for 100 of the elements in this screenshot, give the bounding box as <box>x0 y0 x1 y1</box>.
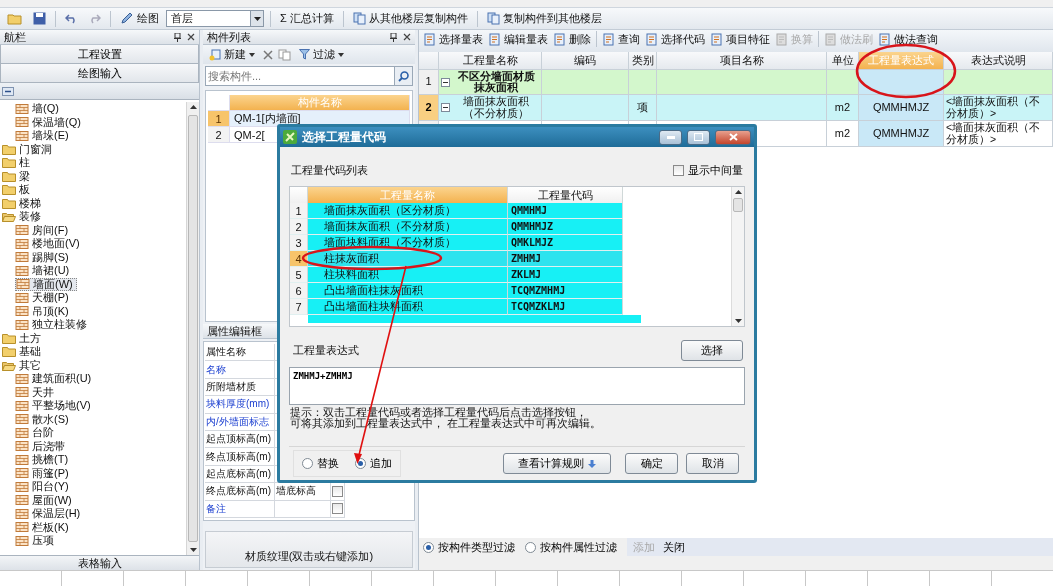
tree-item[interactable]: 土方 <box>2 331 44 345</box>
tree-item[interactable]: 吊顶(K) <box>15 304 72 318</box>
tree-item[interactable]: 屋面(W) <box>15 493 75 507</box>
delete-icon[interactable] <box>263 49 273 60</box>
toolbar-button[interactable]: 选择量表 <box>421 31 485 48</box>
rules-button[interactable]: 查看计算规则 <box>503 453 611 474</box>
quantity-name[interactable]: 墙面抹灰面积（区分材质） <box>308 203 508 219</box>
close-button[interactable] <box>715 129 751 145</box>
quantity-name[interactable]: 柱块料面积 <box>308 267 508 283</box>
search-button[interactable] <box>394 66 413 86</box>
nav-button[interactable]: 绘图输入 <box>0 64 199 83</box>
column-header[interactable]: 类别 <box>629 52 657 70</box>
checkbox[interactable] <box>332 503 343 515</box>
tree-item[interactable]: 天井 <box>15 385 57 399</box>
quantity-code[interactable]: TCQMZMHMJ <box>508 283 623 299</box>
table-input-tab[interactable]: 表格输入 <box>0 555 199 570</box>
tree-item[interactable]: 踢脚(S) <box>15 250 72 264</box>
column-header[interactable]: 编码 <box>542 52 629 70</box>
tree-item[interactable]: 后浇带 <box>15 439 68 453</box>
pin-icon[interactable] <box>390 32 397 42</box>
texture-area[interactable]: 材质纹理(双击或右键添加) <box>205 531 413 568</box>
floor-dropdown[interactable]: 首层 <box>166 10 264 27</box>
scroll-thumb[interactable] <box>188 115 198 542</box>
quantity-name[interactable]: 柱抹灰面积 <box>308 251 508 267</box>
close-icon[interactable] <box>187 33 195 41</box>
quantity-name[interactable]: 墙面抹灰面积（不分材质） <box>308 219 508 235</box>
tree-item[interactable]: 阳台(Y) <box>15 480 72 494</box>
tree-item[interactable]: 柱 <box>2 156 33 170</box>
search-field[interactable]: 搜索构件... <box>205 66 394 86</box>
toolbar-button[interactable]: 编辑量表 <box>486 31 550 48</box>
component-name[interactable]: QM-1[内墙面] <box>230 111 410 127</box>
tree-item[interactable]: 板 <box>2 183 33 197</box>
toolbar-button[interactable]: 复制构件到其他楼层 <box>483 10 605 27</box>
column-header[interactable]: 表达式说明 <box>944 52 1053 70</box>
filter-radio[interactable]: 按构件类型过滤 <box>423 539 515 555</box>
toolbar-button[interactable]: 删除 <box>551 31 593 48</box>
mode-radio[interactable]: 替换 <box>302 456 339 471</box>
nav-button[interactable]: 工程设置 <box>0 45 199 64</box>
scroll-up-icon[interactable] <box>734 190 742 194</box>
scroll-thumb[interactable] <box>733 198 743 212</box>
tree-item[interactable]: 其它 <box>2 358 44 372</box>
collapse-toggle[interactable] <box>441 103 450 112</box>
action-link[interactable]: 关闭 <box>663 539 685 555</box>
toolbar-button[interactable]: 选择代码 <box>643 31 707 48</box>
column-header[interactable]: 项目名称 <box>657 52 827 70</box>
select-button[interactable]: 选择 <box>681 340 743 361</box>
quantity-code[interactable]: QMMHMJZ <box>508 219 623 235</box>
scroll-down-icon[interactable] <box>189 548 197 552</box>
tree-item[interactable]: 建筑面积(U) <box>15 372 95 386</box>
dialog-button[interactable]: 取消 <box>686 453 739 474</box>
tree-item[interactable]: 基础 <box>2 345 44 359</box>
pin-icon[interactable] <box>174 32 181 42</box>
toolbar-button[interactable]: 查询 <box>600 31 642 48</box>
toolbar-button[interactable]: 项目特征 <box>708 31 772 48</box>
toolbar-button[interactable]: 做法查询 <box>876 31 940 48</box>
toolbar-button[interactable]: 从其他楼层复制构件 <box>349 10 471 27</box>
quantity-code[interactable]: ZKLMJ <box>508 267 623 283</box>
filter-radio[interactable]: 按构件属性过滤 <box>525 539 617 555</box>
collapse-toggle[interactable] <box>441 77 450 87</box>
quantity-code[interactable]: QMMHMJ <box>508 203 623 219</box>
scrollbar[interactable] <box>731 187 744 326</box>
tree-item[interactable]: 保温层(H) <box>15 507 84 521</box>
toolbar-button[interactable]: Σ 汇总计算 <box>277 10 337 27</box>
tree-item[interactable]: 梁 <box>2 169 33 183</box>
column-header[interactable]: 工程量名称 <box>439 52 542 70</box>
maximize-button[interactable] <box>687 129 710 145</box>
tree-item[interactable]: 台阶 <box>15 426 57 440</box>
quantity-code[interactable]: ZMHMJ <box>508 251 623 267</box>
tree-item[interactable]: 楼地面(V) <box>15 237 83 251</box>
tree-item[interactable]: 门窗洞 <box>2 142 55 156</box>
draw-button[interactable]: 绘图 <box>117 10 162 27</box>
tree-item[interactable]: 墙面(W) <box>15 277 77 291</box>
scrollbar[interactable] <box>186 102 199 555</box>
collapse-icon[interactable] <box>2 86 14 96</box>
tree-item[interactable]: 墙垛(E) <box>15 129 72 143</box>
tree-item[interactable]: 装修 <box>2 210 44 224</box>
tree-item[interactable]: 房间(F) <box>15 223 72 237</box>
tree-item[interactable]: 挑檐(T) <box>15 453 72 467</box>
tree-item[interactable]: 栏板(K) <box>15 520 72 534</box>
dialog-button[interactable]: 确定 <box>625 453 678 474</box>
checkbox[interactable] <box>332 485 343 497</box>
quantity-code[interactable]: TCQMZKLMJ <box>508 299 623 315</box>
tree-item[interactable]: 墙(Q) <box>15 102 62 116</box>
tree-item[interactable]: 楼梯 <box>2 196 44 210</box>
minimize-button[interactable] <box>659 129 682 145</box>
tree-item[interactable]: 保温墙(Q) <box>15 115 84 129</box>
tree-item[interactable]: 雨篷(P) <box>15 466 72 480</box>
tree-item[interactable]: 天棚(P) <box>15 291 72 305</box>
column-header[interactable]: 单位 <box>827 52 859 70</box>
tree-item[interactable]: 墙裙(U) <box>15 264 73 278</box>
tree-item[interactable]: 平整场地(V) <box>15 399 94 413</box>
show-intermediate-checkbox[interactable]: 显示中间量 <box>673 162 743 178</box>
quantity-code[interactable]: QMKLMJZ <box>508 235 623 251</box>
scroll-down-icon[interactable] <box>734 319 742 323</box>
tree-item[interactable]: 压项 <box>15 534 57 548</box>
expression-field[interactable]: ZMHMJ+ZMHMJ <box>289 367 745 405</box>
tree-item[interactable]: 散水(S) <box>15 412 72 426</box>
new-button[interactable]: 新建 <box>206 46 258 63</box>
tree-item[interactable]: 独立柱装修 <box>15 318 90 332</box>
scroll-up-icon[interactable] <box>189 105 197 109</box>
